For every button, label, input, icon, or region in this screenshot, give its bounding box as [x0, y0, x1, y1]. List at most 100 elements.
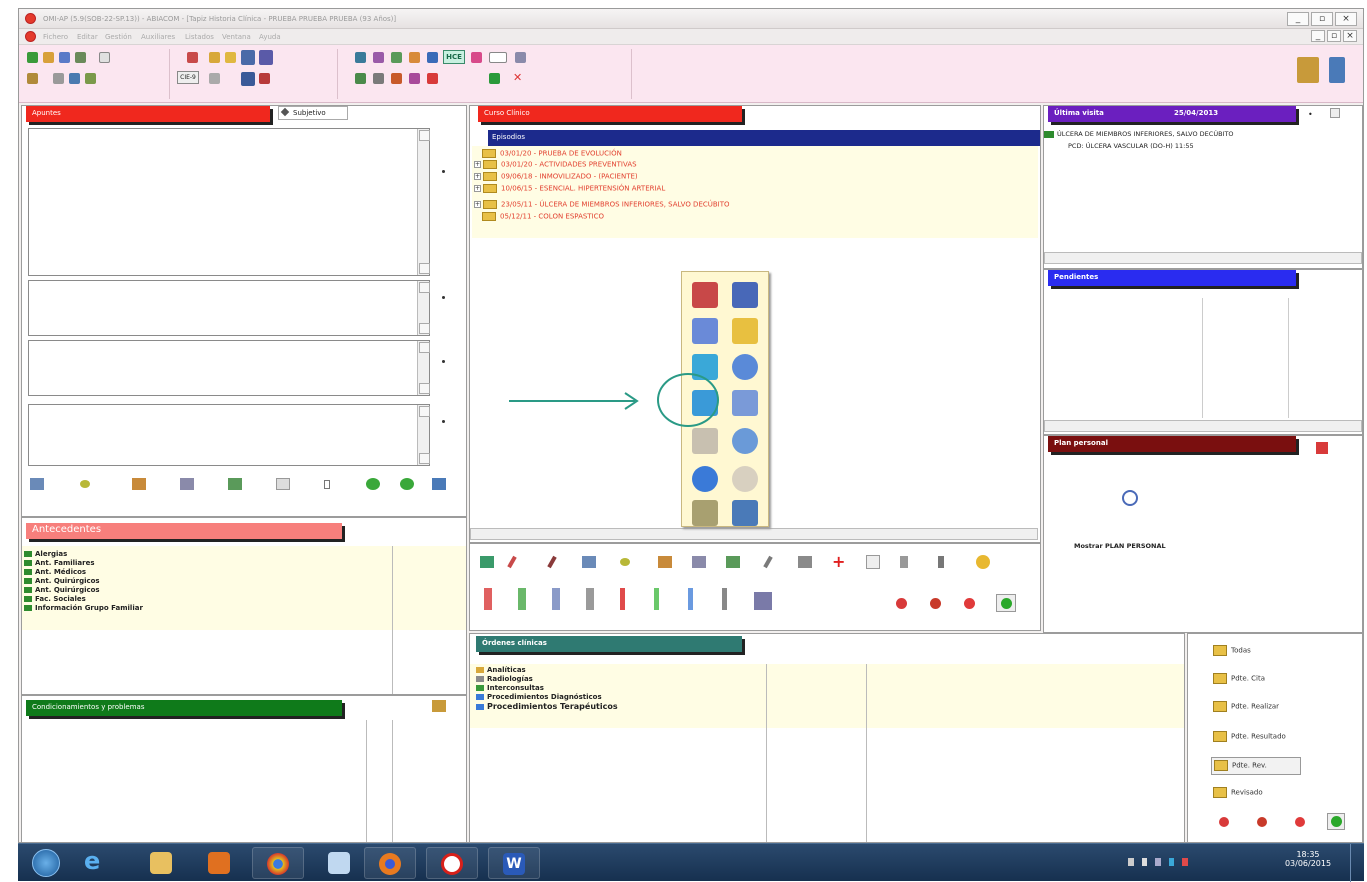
- menu-fichero[interactable]: Fichero: [43, 33, 68, 41]
- word-document-icon[interactable]: [732, 282, 758, 308]
- blank-icon[interactable]: [324, 480, 330, 489]
- horizontal-scrollbar[interactable]: [1044, 420, 1362, 432]
- edit-tool-icon[interactable]: [582, 556, 596, 568]
- plan-edit-icon[interactable]: [1316, 442, 1328, 454]
- list-item[interactable]: Procedimientos Diagnósticos: [476, 693, 602, 701]
- alert-user-icon[interactable]: [259, 73, 270, 84]
- monitor-icon[interactable]: [1155, 858, 1161, 866]
- taskbar-word[interactable]: W: [488, 847, 540, 879]
- taskbar-chrome[interactable]: [252, 847, 304, 879]
- document-blank-icon[interactable]: [99, 52, 110, 63]
- valoracion-textarea[interactable]: [28, 340, 430, 396]
- pendientes-tab[interactable]: Pendientes: [1048, 270, 1296, 286]
- scissors-icon[interactable]: [373, 73, 384, 84]
- edit-document-icon[interactable]: [692, 318, 718, 344]
- italic-icon[interactable]: [938, 556, 944, 568]
- pen-alt-icon[interactable]: [763, 555, 773, 569]
- team-icon[interactable]: [241, 50, 255, 65]
- books-icon[interactable]: [1297, 57, 1319, 83]
- status-mixed-icon[interactable]: [896, 598, 907, 609]
- status-red-icon[interactable]: [930, 598, 941, 609]
- horizontal-scrollbar[interactable]: [1044, 252, 1362, 264]
- ultima-visita-tab[interactable]: Última visita 25/04/2013: [1048, 106, 1296, 122]
- status-red-alt-icon[interactable]: [1295, 817, 1305, 827]
- syringe-icon[interactable]: [228, 478, 242, 490]
- antecedentes-tab[interactable]: Antecedentes: [26, 523, 342, 539]
- filter-pdte-rev[interactable]: Pdte. Rev.: [1211, 757, 1301, 775]
- pill-icon[interactable]: [620, 558, 630, 566]
- mdi-restore-button[interactable]: ▫: [1327, 30, 1341, 42]
- network-globe-icon[interactable]: [732, 428, 758, 454]
- pills-icon[interactable]: [391, 73, 402, 84]
- thermometer-blue-icon[interactable]: [552, 588, 560, 610]
- tree-item[interactable]: +09/06/18 - INMOVILIZADO - (PACIENTE): [474, 172, 638, 183]
- group-icon[interactable]: [241, 72, 255, 86]
- network-icon[interactable]: [1128, 858, 1134, 866]
- taskbar-firefox[interactable]: [364, 847, 416, 879]
- plan-textarea[interactable]: [28, 404, 430, 466]
- apuntes-tab[interactable]: Apuntes: [26, 106, 270, 122]
- flag-icon[interactable]: [1141, 858, 1148, 866]
- tree-item[interactable]: +10/06/15 - ESENCIAL. HIPERTENSIÓN ARTER…: [474, 184, 665, 195]
- taskbar-notepad[interactable]: [314, 847, 366, 879]
- folder-edit-icon[interactable]: [432, 700, 446, 712]
- nav-dot[interactable]: •: [1308, 110, 1313, 119]
- bold-icon[interactable]: [866, 555, 880, 569]
- list-item[interactable]: Ant. Familiares: [24, 559, 95, 567]
- monitor-icon[interactable]: [427, 52, 438, 63]
- clock-icon[interactable]: [732, 466, 758, 492]
- list-item[interactable]: Alergias: [24, 550, 67, 558]
- print-icon[interactable]: [209, 73, 220, 84]
- menu-auxiliares[interactable]: Auxiliares: [141, 33, 175, 41]
- plan-personal-tab[interactable]: Plan personal: [1048, 436, 1296, 452]
- bar-red-icon[interactable]: [620, 588, 625, 610]
- mdi-minimize-button[interactable]: _: [1311, 30, 1325, 42]
- status-red-icon[interactable]: [1257, 817, 1267, 827]
- close-button[interactable]: ×: [1335, 12, 1357, 26]
- subjetivo-textarea[interactable]: [28, 128, 430, 276]
- status-green-button[interactable]: [996, 594, 1016, 612]
- tools-icon[interactable]: [53, 73, 64, 84]
- mdi-close-button[interactable]: ×: [1343, 30, 1357, 42]
- add-icon[interactable]: +: [832, 552, 845, 571]
- filter-pdte-cita[interactable]: Pdte. Cita: [1213, 673, 1265, 691]
- objetivo-textarea[interactable]: [28, 280, 430, 336]
- heart-alt-icon[interactable]: [427, 73, 438, 84]
- list-item[interactable]: Radiologías: [476, 675, 533, 683]
- menu-gestion[interactable]: Gestión: [105, 33, 132, 41]
- menu-listados[interactable]: Listados: [185, 33, 214, 41]
- ordenes-tab[interactable]: Órdenes clínicas: [476, 636, 742, 652]
- status-mixed-icon[interactable]: [1219, 817, 1229, 827]
- bar-gray-icon[interactable]: [722, 588, 727, 610]
- filter-revisado[interactable]: Revisado: [1213, 787, 1263, 805]
- taskbar-ie[interactable]: e: [70, 847, 122, 879]
- show-plan-link[interactable]: Mostrar PLAN PERSONAL: [1074, 542, 1166, 550]
- edit-tool-icon[interactable]: [30, 478, 44, 490]
- syringe-icon[interactable]: [726, 556, 740, 568]
- clock-report-icon[interactable]: [692, 282, 718, 308]
- globe-icon[interactable]: [692, 466, 718, 492]
- check-icon[interactable]: [480, 556, 494, 568]
- horizontal-scrollbar[interactable]: [470, 528, 1038, 540]
- minimize-button[interactable]: _: [1287, 12, 1309, 26]
- diet-icon[interactable]: [409, 73, 420, 84]
- pen-alt-icon[interactable]: [276, 478, 290, 490]
- wifi-icon[interactable]: [1168, 858, 1175, 866]
- vaccine-icon[interactable]: [391, 52, 402, 63]
- exit-icon[interactable]: [1329, 57, 1345, 83]
- patient-icon[interactable]: [27, 52, 38, 63]
- record-icon[interactable]: [187, 52, 198, 63]
- tree-item[interactable]: +23/05/11 - ÚLCERA DE MIEMBROS INFERIORE…: [474, 200, 730, 211]
- lifebuoy-icon[interactable]: [732, 354, 758, 380]
- tools-alt-icon[interactable]: [180, 478, 194, 490]
- options-button[interactable]: [1330, 108, 1340, 118]
- list-item[interactable]: Fac. Sociales: [24, 595, 86, 603]
- list-item[interactable]: Ant. Quirúrgicos: [24, 586, 100, 594]
- group-edit-icon[interactable]: [432, 478, 446, 490]
- dark-pen-icon[interactable]: [547, 555, 557, 569]
- list-item[interactable]: Interconsultas: [476, 684, 544, 692]
- smiley-icon[interactable]: [976, 555, 990, 569]
- tree-item[interactable]: 05/12/11 - COLON ESPASTICO: [482, 212, 604, 223]
- clock[interactable]: 18:35 03/06/2015: [1280, 850, 1336, 868]
- thermometer-red-icon[interactable]: [484, 588, 492, 610]
